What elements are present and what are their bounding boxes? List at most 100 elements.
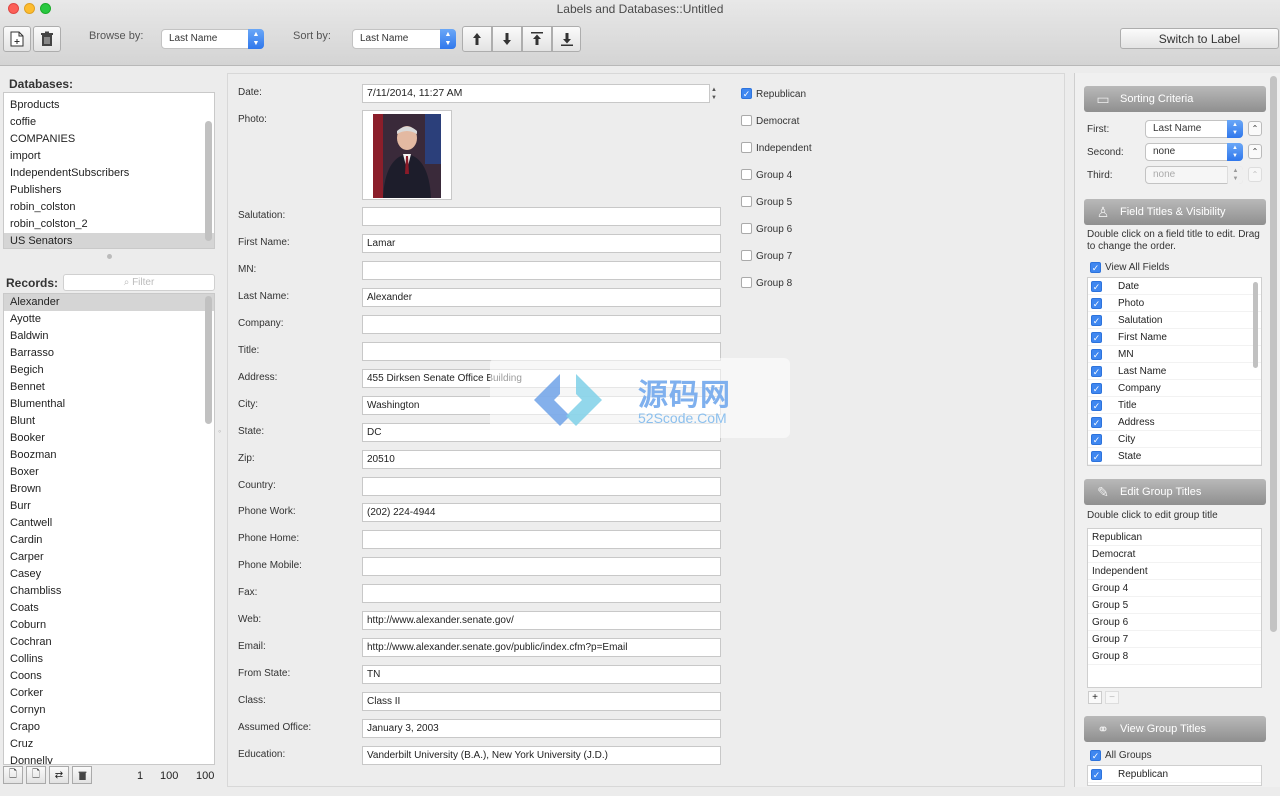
record-item[interactable]: Carper <box>4 549 214 566</box>
database-item[interactable]: robin_colston_2 <box>4 216 214 233</box>
move-down-button[interactable] <box>492 26 522 52</box>
field-title-item[interactable]: ✓ Salutation <box>1088 312 1261 329</box>
duplicate-record-button[interactable]: 🗋 <box>26 766 46 784</box>
field-title-item[interactable]: ✓ Date <box>1088 278 1261 295</box>
record-item[interactable]: Boozman <box>4 447 214 464</box>
field-visible-checkbox[interactable]: ✓ <box>1091 451 1102 462</box>
record-item[interactable]: Alexander <box>4 294 214 311</box>
group-8-checkbox[interactable] <box>741 277 752 288</box>
field-titles-scrollbar[interactable] <box>1253 282 1258 368</box>
records-scrollbar[interactable] <box>205 296 212 424</box>
records-list[interactable]: Alexander Ayotte Baldwin Barrasso Begich Benn… <box>3 293 215 765</box>
record-item[interactable]: Casey <box>4 566 214 583</box>
field-visible-checkbox[interactable]: ✓ <box>1091 400 1102 411</box>
field-visible-checkbox[interactable]: ✓ <box>1091 315 1102 326</box>
database-item[interactable]: IndependentSubscribers <box>4 165 214 182</box>
group-title-item[interactable]: Democrat <box>1088 546 1261 563</box>
database-item[interactable]: US Senators <box>4 233 214 248</box>
group-title-item[interactable]: Group 4 <box>1088 580 1261 597</box>
company-field[interactable] <box>362 315 721 334</box>
move-to-top-button[interactable] <box>522 26 552 52</box>
record-item[interactable]: Cantwell <box>4 515 214 532</box>
record-item[interactable]: Collins <box>4 651 214 668</box>
record-item[interactable]: Corker <box>4 685 214 702</box>
assumed-office-field[interactable]: January 3, 2003 <box>362 719 721 738</box>
edit-group-titles-list[interactable]: Republican Democrat Independent Group 4 Grou… <box>1087 528 1262 688</box>
sorting-criteria-header[interactable]: ▭ Sorting Criteria <box>1084 86 1266 112</box>
database-item[interactable]: robin_colston <box>4 199 214 216</box>
record-item[interactable]: Coburn <box>4 617 214 634</box>
group-title-item[interactable]: Group 7 <box>1088 631 1261 648</box>
sort-second-select[interactable]: none ▲ ▼ <box>1145 143 1243 161</box>
database-item[interactable]: Bproducts <box>4 97 214 114</box>
phone-work-field[interactable]: (202) 224-4944 <box>362 503 721 522</box>
switch-to-label-button[interactable]: Switch to Label <box>1120 28 1279 49</box>
view-group-titles-header[interactable]: ⚭ View Group Titles <box>1084 716 1266 742</box>
view-group-checkbox[interactable]: ✓ <box>1091 769 1102 780</box>
field-visible-checkbox[interactable]: ✓ <box>1091 417 1102 428</box>
group-5-checkbox[interactable] <box>741 196 752 207</box>
group-title-item[interactable]: Group 5 <box>1088 597 1261 614</box>
edit-group-titles-header[interactable]: ✎ Edit Group Titles <box>1084 479 1266 505</box>
group-4-checkbox[interactable] <box>741 169 752 180</box>
phone-home-field[interactable] <box>362 530 721 549</box>
view-group-titles-list[interactable]: ✓ Republican <box>1087 765 1262 786</box>
field-title-item[interactable]: ✓ Address <box>1088 414 1261 431</box>
view-group-item[interactable]: ✓ Republican <box>1088 766 1261 783</box>
field-title-item[interactable]: ✓ Photo <box>1088 295 1261 312</box>
view-all-fields-checkbox[interactable]: ✓ <box>1090 262 1101 273</box>
field-titles-list[interactable]: ✓ Date ✓ Photo ✓ Salutation ✓ First Name ✓ MN ✓ Las… <box>1087 277 1262 466</box>
group-title-item[interactable]: Independent <box>1088 563 1261 580</box>
field-title-item[interactable]: ✓ Company <box>1088 380 1261 397</box>
republican-checkbox[interactable]: ✓ <box>741 88 752 99</box>
sort-third-select[interactable]: none ▲ ▼ <box>1145 166 1243 184</box>
first-name-field[interactable]: Lamar <box>362 234 721 253</box>
record-item[interactable]: Coons <box>4 668 214 685</box>
record-item[interactable]: Cruz <box>4 736 214 753</box>
database-item[interactable]: Publishers <box>4 182 214 199</box>
mn-field[interactable] <box>362 261 721 280</box>
record-item[interactable]: Donnelly <box>4 753 214 764</box>
field-visible-checkbox[interactable]: ✓ <box>1091 434 1102 445</box>
democrat-checkbox[interactable] <box>741 115 752 126</box>
database-item[interactable]: coffie <box>4 114 214 131</box>
record-item[interactable]: Cardin <box>4 532 214 549</box>
salutation-field[interactable] <box>362 207 721 226</box>
date-stepper[interactable]: ▲ ▼ <box>708 84 720 103</box>
delete-small-button[interactable] <box>72 766 92 784</box>
add-record-small-button[interactable]: 🗋 <box>3 766 23 784</box>
field-title-item[interactable]: ✓ City <box>1088 431 1261 448</box>
field-visible-checkbox[interactable]: ✓ <box>1091 349 1102 360</box>
field-visible-checkbox[interactable]: ✓ <box>1091 383 1102 394</box>
phone-mobile-field[interactable] <box>362 557 721 576</box>
new-record-button[interactable] <box>3 26 31 52</box>
delete-record-button[interactable] <box>33 26 61 52</box>
education-field[interactable]: Vanderbilt University (B.A.), New York U… <box>362 746 721 765</box>
field-visible-checkbox[interactable]: ✓ <box>1091 298 1102 309</box>
record-item[interactable]: Cochran <box>4 634 214 651</box>
record-item[interactable]: Boxer <box>4 464 214 481</box>
record-item[interactable]: Booker <box>4 430 214 447</box>
move-up-button[interactable] <box>462 26 492 52</box>
zip-field[interactable]: 20510 <box>362 450 721 469</box>
field-title-item[interactable]: ✓ MN <box>1088 346 1261 363</box>
sort-by-select[interactable]: Last Name ▲ ▼ <box>352 29 456 49</box>
date-field[interactable]: 7/11/2014, 11:27 AM <box>362 84 710 103</box>
sort-first-order-button[interactable]: ⌃ <box>1248 121 1262 136</box>
database-item[interactable]: import <box>4 148 214 165</box>
group-title-item[interactable]: Group 8 <box>1088 648 1261 665</box>
record-item[interactable]: Chambliss <box>4 583 214 600</box>
independent-checkbox[interactable] <box>741 142 752 153</box>
remove-group-button[interactable]: − <box>1105 691 1119 704</box>
record-item[interactable]: Brown <box>4 481 214 498</box>
field-title-item[interactable]: ✓ Last Name <box>1088 363 1261 380</box>
group-title-item[interactable]: Group 6 <box>1088 614 1261 631</box>
record-item[interactable]: Coats <box>4 600 214 617</box>
record-item[interactable]: Cornyn <box>4 702 214 719</box>
add-group-button[interactable]: + <box>1088 691 1102 704</box>
photo-well[interactable] <box>362 110 452 200</box>
group-7-checkbox[interactable] <box>741 250 752 261</box>
field-visible-checkbox[interactable]: ✓ <box>1091 366 1102 377</box>
email-field[interactable]: http://www.alexander.senate.gov/public/i… <box>362 638 721 657</box>
web-field[interactable]: http://www.alexander.senate.gov/ <box>362 611 721 630</box>
